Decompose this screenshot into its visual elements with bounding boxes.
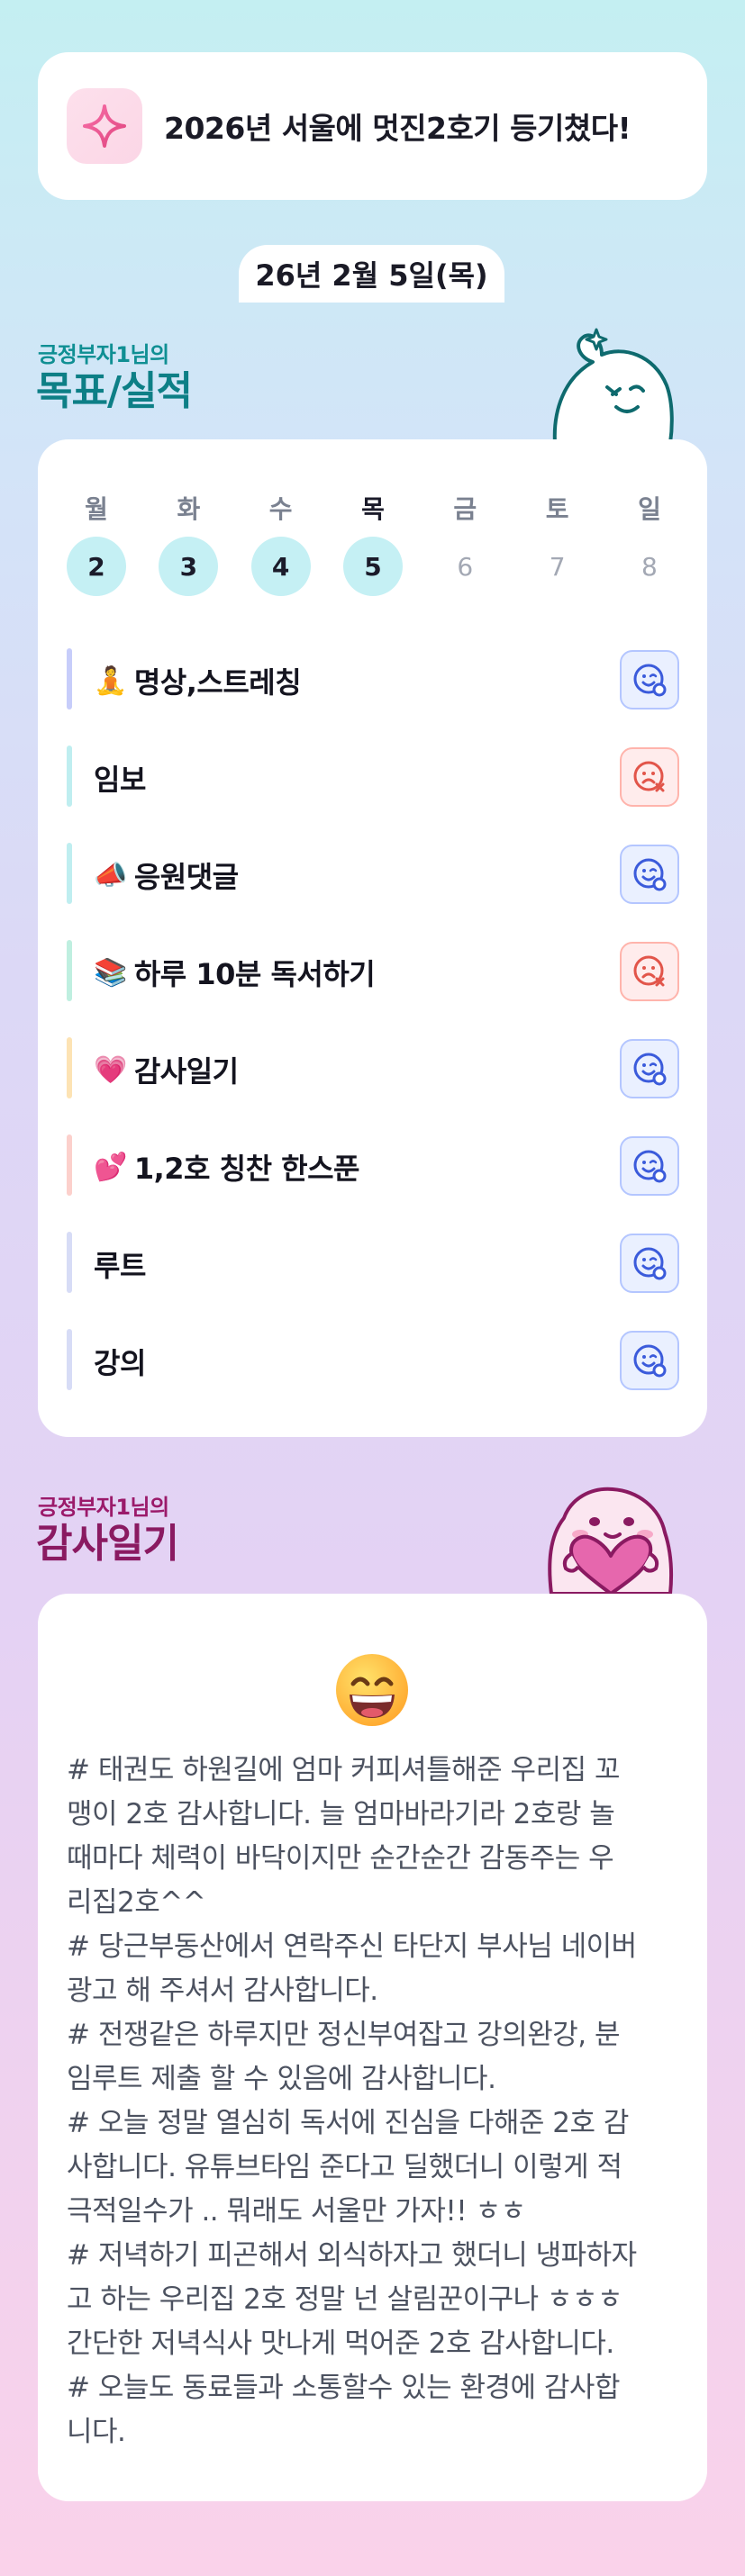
weekday-label: 월 [85,494,108,524]
task-row[interactable]: 임보 [67,729,679,827]
task-emoji-icon: 📚 [94,956,127,989]
task-success-icon[interactable] [620,1136,679,1196]
task-success-icon[interactable] [620,845,679,904]
sparkle-icon [67,88,142,164]
current-date[interactable]: 26년 2월 5일(목) [239,245,504,303]
task-name: 응원댓글 [133,860,239,894]
task-emoji-icon: 💗 [94,1053,127,1086]
task-emoji-icon: 🧘 [94,664,127,697]
task-success-icon[interactable] [620,1331,679,1390]
task-color-bar [67,1329,72,1390]
task-label: 강의 [94,1341,146,1382]
task-success-icon[interactable] [620,1234,679,1293]
date-circle-future[interactable]: 7 [528,537,587,596]
task-fail-icon[interactable] [620,942,679,1001]
date-circle-done[interactable]: 4 [250,537,311,596]
task-name: 임보 [94,763,146,797]
task-name: 하루 10분 독서하기 [133,957,376,991]
task-label: 루트 [94,1243,146,1285]
task-name: 명상,스트레칭 [133,665,302,700]
date-circle-done[interactable]: 2 [67,537,126,596]
heart-ghost-mascot-icon [548,1487,674,1594]
goals-card: 월 화 수 목 금 토 일 2 3 4 5 6 7 8 🧘 명상,스트레칭임보 📣 응… [38,439,707,1437]
task-row[interactable]: 📣 응원댓글 [67,827,679,924]
weekday-header: 월 화 수 목 금 토 일 [67,490,679,526]
task-row[interactable]: 루트 [67,1216,679,1313]
task-emoji-icon: 📣 [94,859,127,891]
diary-entry-text: # 태권도 하원길에 엄마 커피셔틀해준 우리집 꼬 맹이 2호 감사합니다. … [67,1754,637,2448]
task-name: 강의 [94,1346,146,1380]
task-color-bar [67,940,72,1001]
task-color-bar [67,1232,72,1293]
task-name: 감사일기 [133,1054,239,1089]
task-name: 루트 [94,1249,146,1283]
diary-title: 감사일기 [36,1521,179,1567]
date-circle-future[interactable]: 8 [620,537,679,596]
weekday-label: 토 [545,494,569,524]
date-circle-today[interactable]: 5 [342,537,403,596]
task-color-bar [67,1037,72,1098]
weekday-label: 금 [453,494,477,524]
task-label: 🧘 명상,스트레칭 [94,660,302,701]
task-row[interactable]: 💕 1,2호 칭찬 한스푼 [67,1118,679,1216]
task-emoji-icon: 💕 [94,1151,127,1183]
task-row[interactable]: 📚 하루 10분 독서하기 [67,924,679,1021]
gratitude-diary-card: # 태권도 하원길에 엄마 커피셔틀해준 우리집 꼬 맹이 2호 감사합니다. … [38,1594,707,2501]
motto-banner: 2026년 서울에 멋진2호기 등기쳤다! [38,52,707,200]
task-label: 💗 감사일기 [94,1049,239,1090]
task-row[interactable]: 💗 감사일기 [67,1021,679,1118]
motto-title: 2026년 서울에 멋진2호기 등기쳤다! [164,111,631,146]
goals-title: 목표/실적 [36,368,193,414]
task-color-bar [67,648,72,710]
task-fail-icon[interactable] [620,747,679,807]
weekday-label: 화 [177,494,201,524]
date-circle-future[interactable]: 6 [435,537,495,596]
task-name: 1,2호 칭찬 한스푼 [133,1152,360,1186]
weekday-label: 수 [268,494,293,524]
week-dates: 2 3 4 5 6 7 8 [67,537,679,596]
task-list: 🧘 명상,스트레칭임보 📣 응원댓글 📚 하루 10분 독서하기 💗 감사일기 💕 1,2호 칭찬… [67,632,679,1410]
ghost-mascot-icon [552,328,674,443]
task-row[interactable]: 🧘 명상,스트레칭 [67,632,679,729]
task-label: 임보 [94,757,146,799]
weekday-label-today: 목 [361,494,385,524]
task-label: 📣 응원댓글 [94,854,239,896]
date-circle-done[interactable]: 3 [159,537,219,596]
task-success-icon[interactable] [620,650,679,710]
weekday-label: 일 [638,494,661,524]
grinning-face-icon [336,1654,408,1726]
task-label: 📚 하루 10분 독서하기 [94,952,376,993]
task-color-bar [67,1134,72,1196]
task-row[interactable]: 강의 [67,1313,679,1410]
task-color-bar [67,843,72,904]
task-color-bar [67,746,72,807]
task-label: 💕 1,2호 칭찬 한스푼 [94,1146,359,1188]
task-success-icon[interactable] [620,1039,679,1098]
